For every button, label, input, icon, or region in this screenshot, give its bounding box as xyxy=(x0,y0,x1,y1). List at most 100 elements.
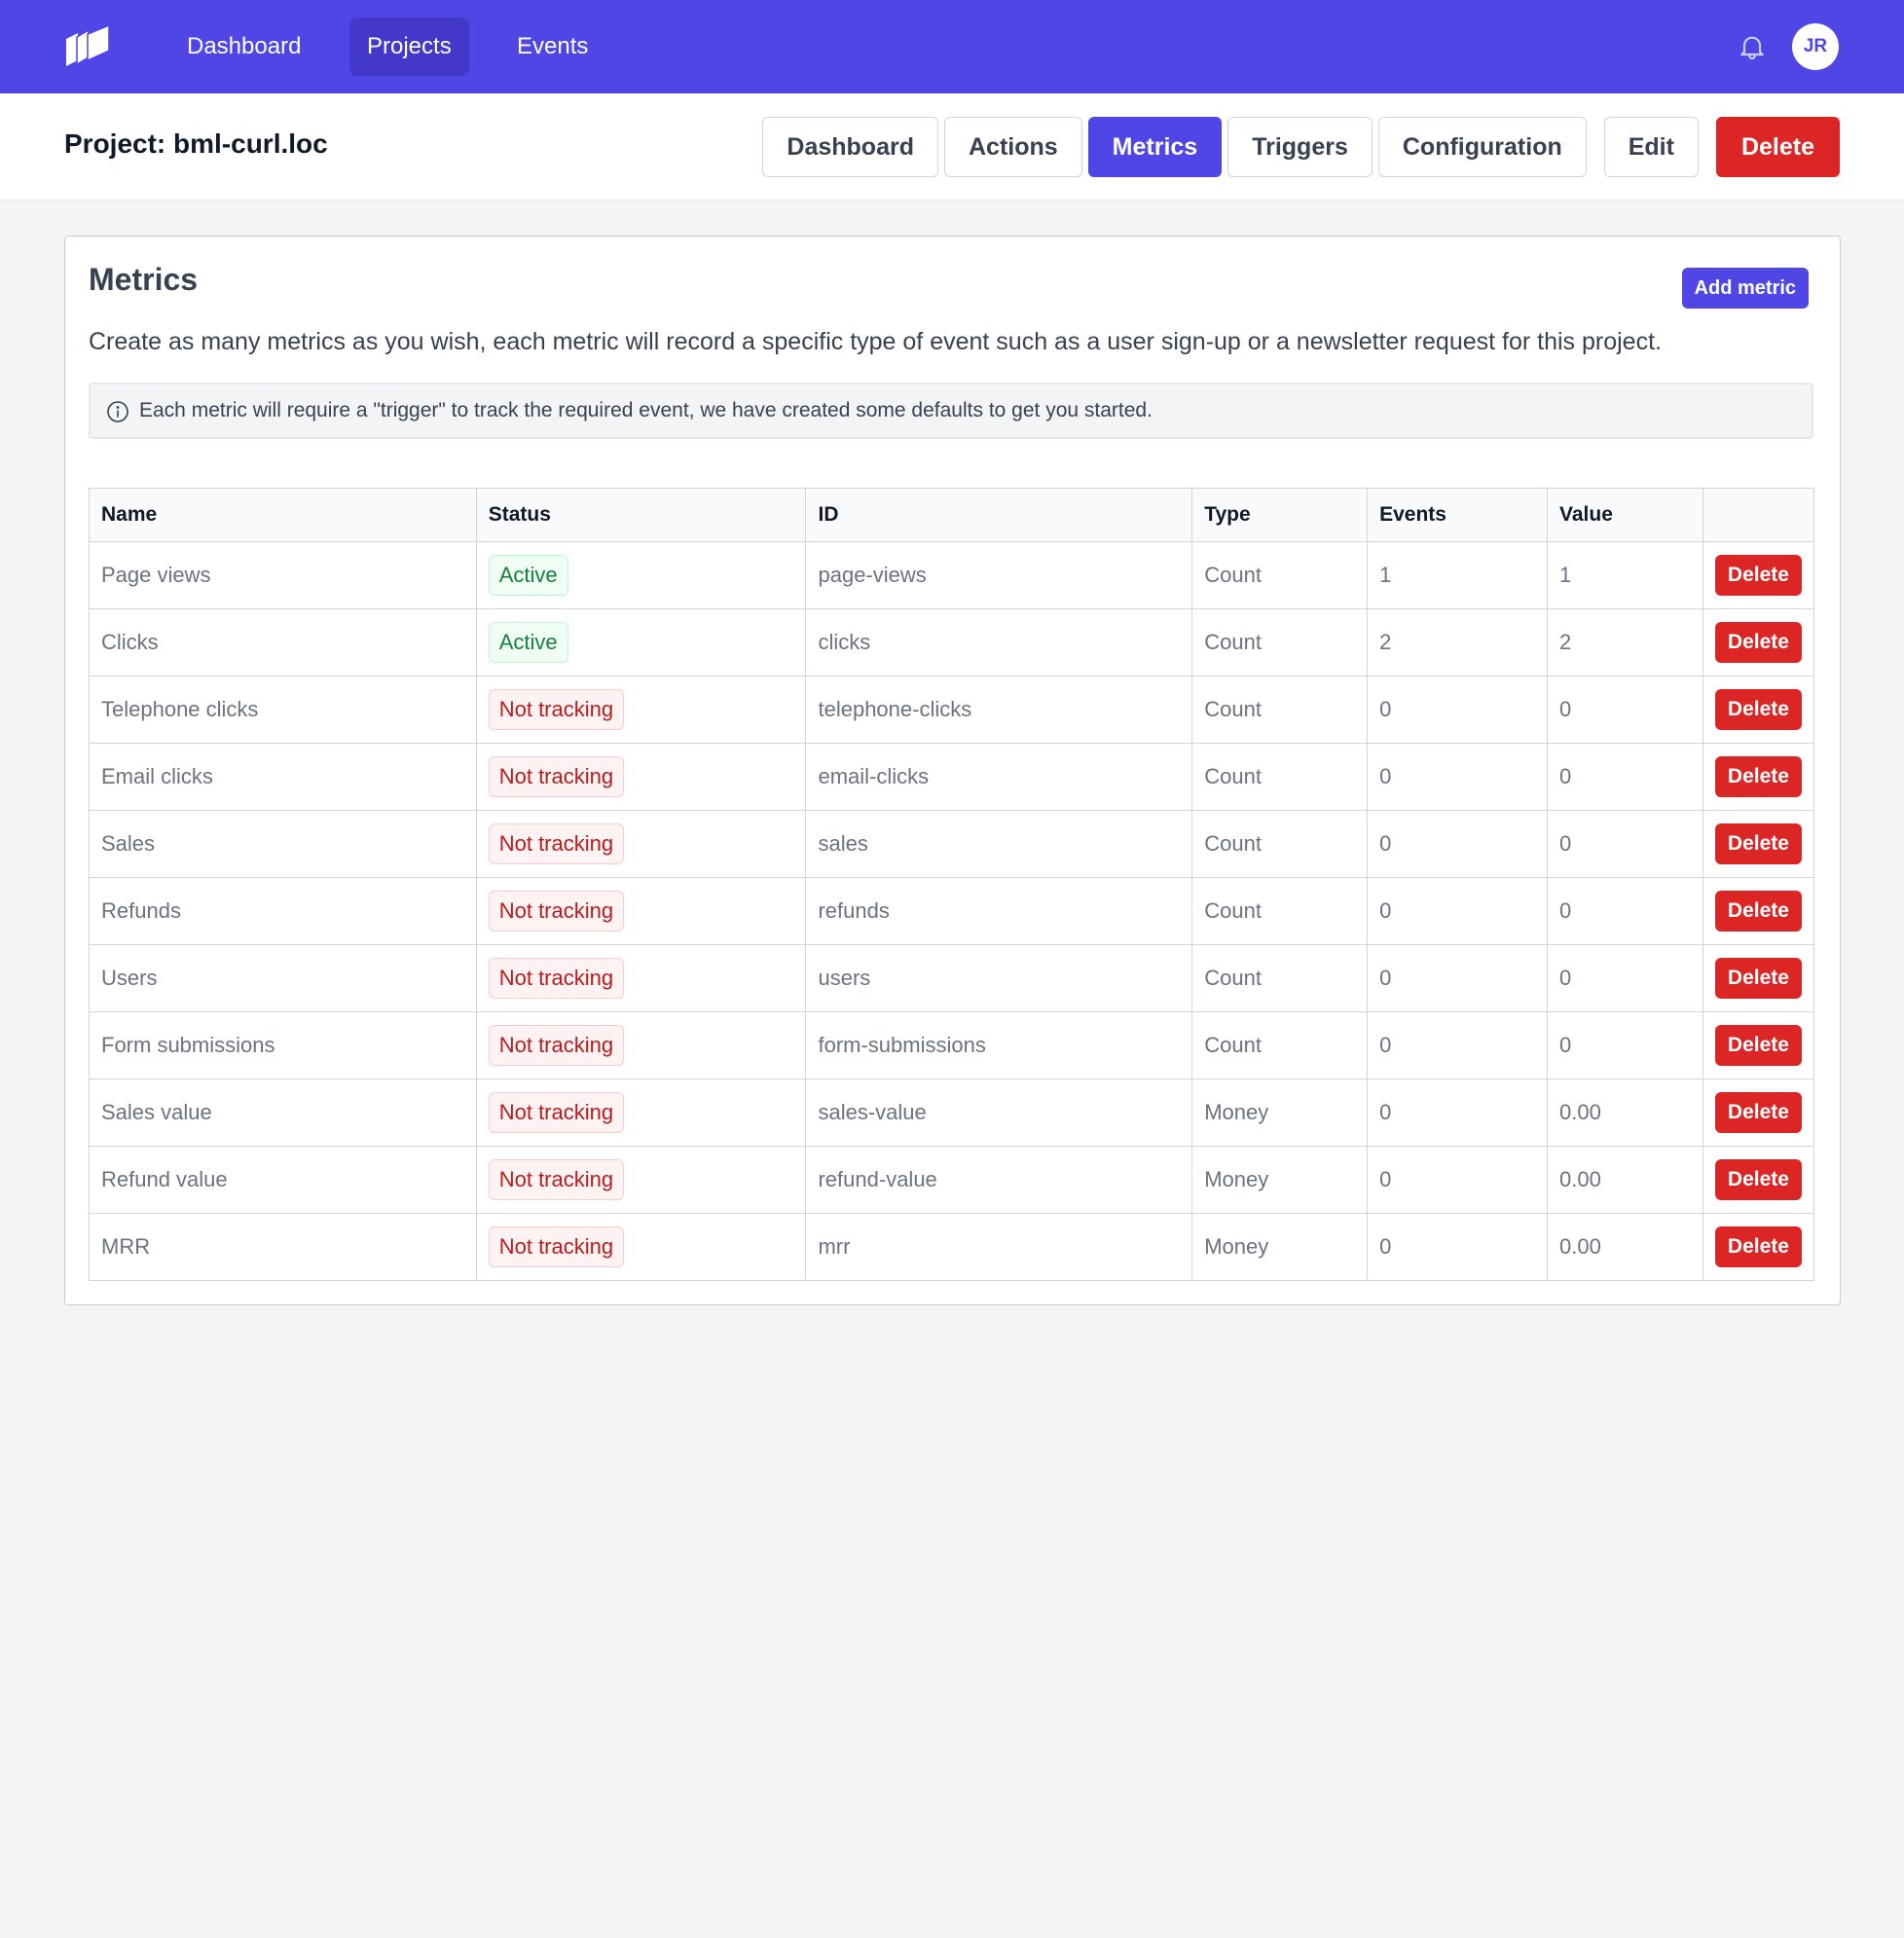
metric-name: Form submissions xyxy=(89,1011,477,1079)
metric-events: 0 xyxy=(1367,1079,1548,1147)
metric-type: Count xyxy=(1191,944,1369,1012)
project-tabs: Dashboard Actions Metrics Triggers Confi… xyxy=(756,117,1840,177)
delete-metric-button[interactable]: Delete xyxy=(1714,689,1802,730)
metric-actions-cell: Delete xyxy=(1702,676,1815,744)
metric-value: 0 xyxy=(1547,676,1703,744)
metric-status-cell: Not tracking xyxy=(475,676,807,744)
delete-metric-button[interactable]: Delete xyxy=(1714,1025,1802,1066)
metric-id: refunds xyxy=(805,877,1193,945)
metric-type: Money xyxy=(1191,1079,1369,1147)
status-badge: Not tracking xyxy=(488,689,625,730)
metric-value: 1 xyxy=(1547,541,1703,609)
metric-id: clicks xyxy=(805,608,1193,676)
metric-actions-cell: Delete xyxy=(1702,944,1815,1012)
metric-actions-cell: Delete xyxy=(1702,1213,1815,1281)
metric-value: 2 xyxy=(1547,608,1703,676)
metric-actions-cell: Delete xyxy=(1702,1011,1815,1079)
metric-value: 0.00 xyxy=(1547,1213,1703,1281)
metric-actions-cell: Delete xyxy=(1702,743,1815,811)
metric-events: 1 xyxy=(1367,541,1548,609)
metric-value: 0 xyxy=(1547,743,1703,811)
nav-link-dashboard[interactable]: Dashboard xyxy=(169,18,318,76)
table-row: Page views Active page-views Count 1 1 Delete xyxy=(89,541,1815,609)
delete-metric-button[interactable]: Delete xyxy=(1714,958,1802,999)
tab-actions[interactable]: Actions xyxy=(943,117,1082,177)
table-row: Sales value Not tracking sales-value Money 0… xyxy=(89,1079,1815,1147)
metric-actions-cell: Delete xyxy=(1702,1146,1815,1214)
card-title: Metrics xyxy=(89,262,199,297)
column-header-id: ID xyxy=(805,488,1193,542)
metric-id: email-clicks xyxy=(805,743,1193,811)
status-badge: Active xyxy=(488,555,568,596)
delete-metric-button[interactable]: Delete xyxy=(1714,1092,1802,1133)
nav-link-events[interactable]: Events xyxy=(499,18,605,76)
metric-id: form-submissions xyxy=(805,1011,1193,1079)
status-badge: Not tracking xyxy=(488,1226,625,1267)
table-row: MRR Not tracking mrr Money 0 0.00 Delete xyxy=(89,1213,1815,1281)
tab-configuration[interactable]: Configuration xyxy=(1377,117,1587,177)
metric-name: Sales xyxy=(89,810,477,878)
metric-type: Count xyxy=(1191,743,1369,811)
column-header-events: Events xyxy=(1367,488,1548,542)
table-row: Sales Not tracking sales Count 0 0 Delete xyxy=(89,810,1815,878)
status-badge: Not tracking xyxy=(488,1159,625,1200)
table-row: Form submissions Not tracking form-submiss… xyxy=(89,1011,1815,1079)
metric-type: Count xyxy=(1191,676,1369,744)
edit-project-button[interactable]: Edit xyxy=(1603,117,1699,177)
top-navbar: Dashboard Projects Events JR xyxy=(0,0,1904,93)
metric-type: Money xyxy=(1191,1213,1369,1281)
metric-type: Count xyxy=(1191,608,1369,676)
metric-events: 0 xyxy=(1367,1213,1548,1281)
metric-id: sales-value xyxy=(805,1079,1193,1147)
card-description: Create as many metrics as you wish, each… xyxy=(89,328,1662,355)
status-badge: Not tracking xyxy=(488,891,625,932)
metric-name: MRR xyxy=(89,1213,477,1281)
metric-name: Page views xyxy=(89,541,477,609)
column-header-status: Status xyxy=(475,488,807,542)
metric-status-cell: Not tracking xyxy=(475,877,807,945)
metric-id: telephone-clicks xyxy=(805,676,1193,744)
user-avatar[interactable]: JR xyxy=(1792,23,1839,70)
metric-actions-cell: Delete xyxy=(1702,608,1815,676)
delete-metric-button[interactable]: Delete xyxy=(1714,555,1802,596)
delete-metric-button[interactable]: Delete xyxy=(1714,891,1802,932)
bell-icon[interactable] xyxy=(1737,29,1768,64)
tab-metrics[interactable]: Metrics xyxy=(1087,117,1223,177)
delete-metric-button[interactable]: Delete xyxy=(1714,756,1802,797)
metric-type: Count xyxy=(1191,541,1369,609)
metric-events: 0 xyxy=(1367,743,1548,811)
metric-name: Clicks xyxy=(89,608,477,676)
info-circle-icon xyxy=(107,401,128,422)
column-header-name: Name xyxy=(89,488,477,542)
delete-metric-button[interactable]: Delete xyxy=(1714,1226,1802,1267)
metric-actions-cell: Delete xyxy=(1702,1079,1815,1147)
delete-metric-button[interactable]: Delete xyxy=(1714,1159,1802,1200)
metric-value: 0 xyxy=(1547,810,1703,878)
metric-name: Email clicks xyxy=(89,743,477,811)
status-badge: Active xyxy=(488,622,568,663)
metric-type: Count xyxy=(1191,877,1369,945)
metric-status-cell: Not tracking xyxy=(475,810,807,878)
nav-link-projects[interactable]: Projects xyxy=(349,18,469,76)
info-alert: Each metric will require a "trigger" to … xyxy=(89,383,1813,439)
delete-metric-button[interactable]: Delete xyxy=(1714,823,1802,864)
add-metric-button[interactable]: Add metric xyxy=(1681,268,1809,309)
project-header: Project: bml-curl.loc Dashboard Actions … xyxy=(0,93,1904,201)
delete-metric-button[interactable]: Delete xyxy=(1714,622,1802,663)
metric-status-cell: Not tracking xyxy=(475,1079,807,1147)
metric-events: 0 xyxy=(1367,944,1548,1012)
column-header-actions xyxy=(1702,488,1815,542)
info-text: Each metric will require a "trigger" to … xyxy=(139,399,1153,421)
column-header-value: Value xyxy=(1547,488,1703,542)
metric-status-cell: Not tracking xyxy=(475,1011,807,1079)
metric-status-cell: Active xyxy=(475,608,807,676)
table-row: Telephone clicks Not tracking telephone-cl… xyxy=(89,676,1815,744)
stacked-pages-logo-icon[interactable] xyxy=(66,25,111,66)
tab-triggers[interactable]: Triggers xyxy=(1227,117,1373,177)
metric-value: 0 xyxy=(1547,944,1703,1012)
metric-status-cell: Not tracking xyxy=(475,743,807,811)
tab-dashboard[interactable]: Dashboard xyxy=(762,117,938,177)
delete-project-button[interactable]: Delete xyxy=(1715,117,1840,177)
table-row: Users Not tracking users Count 0 0 Delete xyxy=(89,944,1815,1012)
metric-id: users xyxy=(805,944,1193,1012)
